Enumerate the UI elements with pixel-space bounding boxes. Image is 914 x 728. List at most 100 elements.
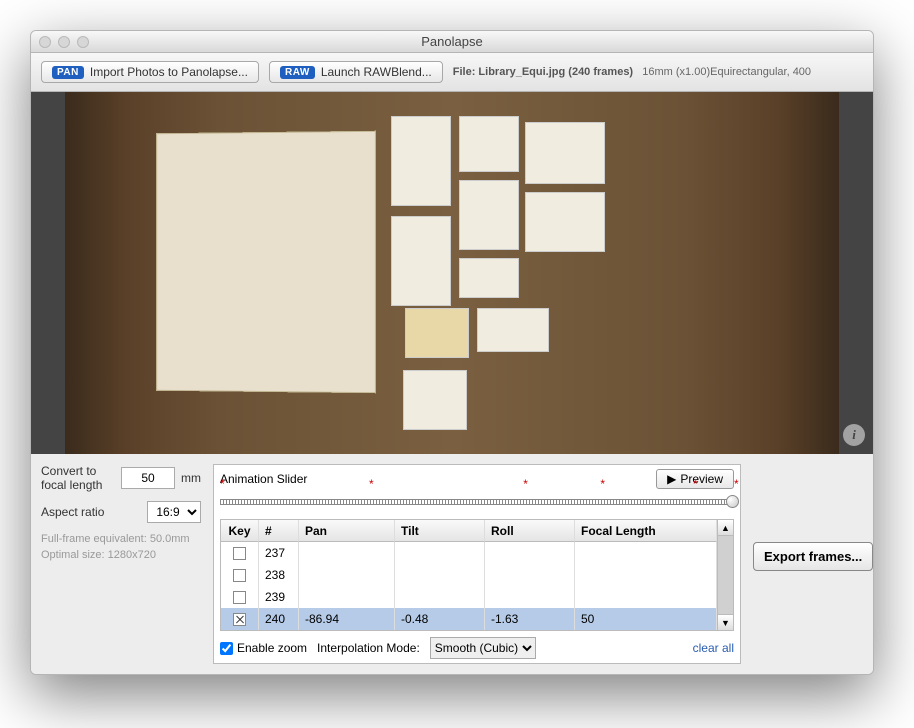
cell-roll	[485, 564, 575, 586]
col-num[interactable]: #	[259, 520, 299, 542]
app-window: Panolapse PAN Import Photos to Panolapse…	[30, 30, 874, 675]
launch-rawblend-button[interactable]: RAW Launch RAWBlend...	[269, 61, 443, 83]
hints: Full-frame equivalent: 50.0mm Optimal si…	[41, 531, 201, 564]
clear-all-link[interactable]: clear all	[693, 641, 734, 655]
table-row[interactable]: 238	[221, 564, 717, 586]
slider-track-line	[220, 499, 734, 505]
table-row[interactable]: 239	[221, 586, 717, 608]
key-checkbox[interactable]	[233, 547, 246, 560]
cell-pan	[299, 564, 395, 586]
aspect-ratio-label: Aspect ratio	[41, 505, 141, 519]
toolbar: PAN Import Photos to Panolapse... RAW La…	[31, 53, 873, 92]
close-icon[interactable]	[39, 36, 51, 48]
left-settings: Convert to focal length mm Aspect ratio …	[41, 464, 201, 664]
cell-frame: 238	[259, 564, 299, 586]
launch-rawblend-label: Launch RAWBlend...	[321, 65, 432, 79]
cell-roll	[485, 586, 575, 608]
cell-frame: 239	[259, 586, 299, 608]
table-footer: Enable zoom Interpolation Mode: Smooth (…	[220, 637, 734, 659]
scroll-up-icon[interactable]: ▲	[718, 520, 733, 536]
keyframe-mark-icon: *	[220, 477, 225, 491]
animation-slider[interactable]: ******	[220, 493, 734, 513]
table-row[interactable]: 240-86.94-0.48-1.6350	[221, 608, 717, 630]
doc-graphic	[391, 216, 451, 306]
enable-zoom-input[interactable]	[220, 642, 233, 655]
key-checkbox[interactable]	[233, 591, 246, 604]
aspect-ratio-select[interactable]: 16:9	[147, 501, 201, 523]
interpolation-select[interactable]: Smooth (Cubic)	[430, 637, 536, 659]
doc-graphic	[459, 258, 519, 298]
keyframe-mark-icon: *	[693, 477, 698, 491]
doc-graphic	[391, 116, 451, 206]
cell-roll	[485, 542, 575, 564]
keyframe-mark-icon: *	[523, 477, 528, 491]
cell-frame: 237	[259, 542, 299, 564]
col-roll[interactable]: Roll	[485, 520, 575, 542]
export-panel: Export frames...	[753, 464, 863, 664]
raw-badge-icon: RAW	[280, 66, 315, 79]
play-icon: ▶	[667, 472, 676, 486]
cell-pan: -86.94	[299, 608, 395, 630]
preview-label: Preview	[680, 472, 723, 486]
col-pan[interactable]: Pan	[299, 520, 395, 542]
traffic-lights	[39, 36, 89, 48]
mm-unit: mm	[181, 471, 201, 485]
cell-pan	[299, 542, 395, 564]
zoom-icon[interactable]	[77, 36, 89, 48]
minimize-icon[interactable]	[58, 36, 70, 48]
viewport-image	[65, 92, 839, 454]
window-title: Panolapse	[31, 34, 873, 49]
doc-graphic	[405, 308, 469, 358]
file-info: File: Library_Equi.jpg (240 frames) 16mm…	[453, 66, 811, 78]
keyframe-mark-icon: *	[600, 477, 605, 491]
animation-slider-title: Animation Slider	[220, 472, 307, 486]
table-scrollbar[interactable]: ▲ ▼	[717, 520, 733, 630]
keyframe-mark-icon: *	[369, 477, 374, 491]
titlebar: Panolapse	[31, 31, 873, 53]
cell-pan	[299, 586, 395, 608]
file-meta: 16mm (x1.00)Equirectangular, 400	[642, 66, 811, 78]
cell-focal: 50	[575, 608, 717, 630]
export-frames-button[interactable]: Export frames...	[753, 542, 873, 571]
hint-fullframe: Full-frame equivalent: 50.0mm	[41, 531, 201, 548]
slider-handle[interactable]	[726, 495, 739, 508]
scroll-thumb[interactable]	[718, 536, 733, 614]
doc-graphic	[525, 122, 605, 184]
key-checkbox[interactable]	[233, 613, 246, 626]
import-photos-label: Import Photos to Panolapse...	[90, 65, 248, 79]
col-tilt[interactable]: Tilt	[395, 520, 485, 542]
cell-focal	[575, 542, 717, 564]
key-checkbox[interactable]	[233, 569, 246, 582]
cell-frame: 240	[259, 608, 299, 630]
doc-graphic	[403, 370, 467, 430]
col-key[interactable]: Key	[221, 520, 259, 542]
keyframe-mark-icon: *	[734, 477, 739, 491]
cell-focal	[575, 564, 717, 586]
doc-graphic	[525, 192, 605, 252]
enable-zoom-checkbox[interactable]: Enable zoom	[220, 641, 307, 655]
controls-panel: Convert to focal length mm Aspect ratio …	[31, 454, 873, 674]
cell-roll: -1.63	[485, 608, 575, 630]
animation-panel: Animation Slider ▶ Preview ****** Key # …	[213, 464, 741, 664]
hint-optimal: Optimal size: 1280x720	[41, 547, 201, 564]
interpolation-label: Interpolation Mode:	[317, 641, 420, 655]
scroll-down-icon[interactable]: ▼	[718, 614, 733, 630]
focal-length-input[interactable]	[121, 467, 175, 489]
table-header: Key # Pan Tilt Roll Focal Length	[221, 520, 717, 542]
doc-graphic	[477, 308, 549, 352]
cell-tilt	[395, 542, 485, 564]
image-viewport[interactable]: i	[31, 92, 873, 454]
keyframe-table: Key # Pan Tilt Roll Focal Length 2372382…	[220, 519, 734, 631]
table-row[interactable]: 237	[221, 542, 717, 564]
cell-focal	[575, 586, 717, 608]
pan-badge-icon: PAN	[52, 66, 84, 79]
col-focal[interactable]: Focal Length	[575, 520, 717, 542]
file-name: File: Library_Equi.jpg (240 frames)	[453, 66, 633, 78]
focal-length-label: Convert to focal length	[41, 464, 115, 493]
doc-graphic	[459, 116, 519, 172]
enable-zoom-label: Enable zoom	[237, 641, 307, 655]
cell-tilt	[395, 564, 485, 586]
import-photos-button[interactable]: PAN Import Photos to Panolapse...	[41, 61, 259, 83]
doc-graphic	[459, 180, 519, 250]
info-icon[interactable]: i	[843, 424, 865, 446]
